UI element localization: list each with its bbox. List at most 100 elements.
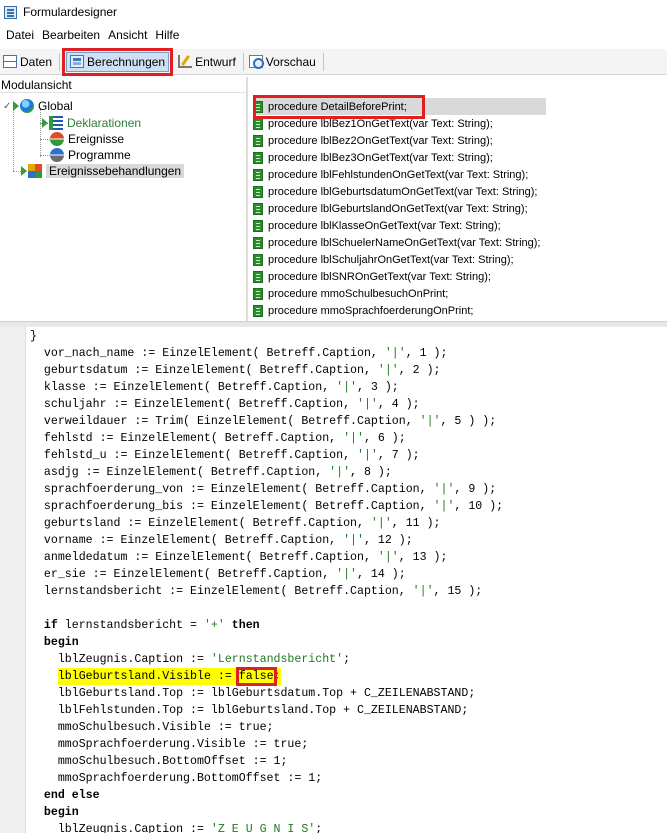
code-line: sprachfoerderung_von := EinzelElement( B… xyxy=(30,483,497,496)
code-line: lblZeugnis.Caption := 'Z E U G N I S'; xyxy=(30,823,323,833)
tree-connector xyxy=(40,139,50,140)
code-line: mmoSprachfoerderung.BottomOffset := 1; xyxy=(30,772,323,785)
tree-label-ereignisse: Ereignisse xyxy=(68,132,125,146)
code-line: anmeldedatum := EinzelElement( Betreff.C… xyxy=(30,551,448,564)
code-line: if lernstandsbericht = '+' then xyxy=(43,619,260,632)
tree-node-ereignisse[interactable]: Ereignisse xyxy=(50,131,124,147)
tree-connector xyxy=(40,155,50,156)
procedure-label: procedure lblBez1OnGetText(var Text: Str… xyxy=(268,117,493,130)
code-line: asdjg := EinzelElement( Betreff.Caption,… xyxy=(30,466,392,479)
code-line: geburtsdatum := EinzelElement( Betreff.C… xyxy=(30,364,441,377)
code-line: mmoSprachfoerderung.Visible := true; xyxy=(30,738,309,751)
procedure-icon xyxy=(253,219,263,232)
green-arrow-icon xyxy=(42,118,48,128)
procedure-icon xyxy=(253,236,263,249)
menu-datei[interactable]: Datei xyxy=(2,28,38,42)
code-line: fehlstd_u := EinzelElement( Betreff.Capt… xyxy=(30,449,420,462)
toolbar: Daten Berechnungen Entwurf Vorschau xyxy=(0,47,667,76)
data-icon xyxy=(3,55,17,68)
procedure-item[interactable]: procedure lblBez1OnGetText(var Text: Str… xyxy=(253,115,546,132)
menu-ansicht[interactable]: Ansicht xyxy=(104,28,151,42)
entwurf-label: Entwurf xyxy=(195,54,236,69)
tree-connector xyxy=(13,109,14,171)
procedure-icon xyxy=(253,100,263,113)
entwurf-button[interactable]: Entwurf xyxy=(175,52,239,72)
chevron-down-icon[interactable]: ✓ xyxy=(3,101,13,112)
procedure-item[interactable]: procedure lblSchuelerNameOnGetText(var T… xyxy=(253,234,546,251)
procedure-icon xyxy=(253,202,263,215)
daten-label: Daten xyxy=(20,54,53,69)
menu-hilfe[interactable]: Hilfe xyxy=(151,28,183,42)
procedure-item[interactable]: procedure lblFehlstundenOnGetText(var Te… xyxy=(253,166,546,183)
toolbar-separator xyxy=(242,52,244,71)
procedure-label: procedure lblSchuelerNameOnGetText(var T… xyxy=(268,236,541,249)
procedure-label: procedure lblSchuljahrOnGetText(var Text… xyxy=(268,253,514,266)
procedure-label: procedure DetailBeforePrint; xyxy=(268,100,407,113)
preview-icon xyxy=(248,55,264,69)
vorschau-label: Vorschau xyxy=(265,54,316,69)
procedure-label: procedure mmoSprachfoerderungOnPrint; xyxy=(268,304,474,317)
green-arrow-icon xyxy=(21,166,27,176)
green-arrow-icon xyxy=(13,101,19,111)
procedure-label: procedure lblGeburtslandOnGetText(var Te… xyxy=(268,202,528,215)
berechnungen-button[interactable]: Berechnungen xyxy=(62,47,174,76)
vorschau-button[interactable]: Vorschau xyxy=(246,52,319,72)
procedure-item[interactable]: procedure lblGeburtsdatumOnGetText(var T… xyxy=(253,183,546,200)
procedure-item[interactable]: procedure lblSchuljahrOnGetText(var Text… xyxy=(253,251,546,268)
code-line: lblZeugnis.Caption := 'Lernstandsbericht… xyxy=(30,653,351,666)
procedure-icon xyxy=(253,304,263,317)
menu-bearbeiten[interactable]: Bearbeiten xyxy=(38,28,104,42)
procedure-icon xyxy=(253,117,263,130)
code-line: vor_nach_name := EinzelElement( Betreff.… xyxy=(30,347,448,360)
menu-bar: Datei Bearbeiten Ansicht Hilfe xyxy=(0,24,667,46)
module-view-title: Modulansicht xyxy=(0,77,246,93)
code-line: verweildauer := Trim( EinzelElement( Bet… xyxy=(30,415,497,428)
code-line: lblGeburtsland.Top := lblGeburtsdatum.To… xyxy=(30,687,476,700)
code-line: vorname := EinzelElement( Betreff.Captio… xyxy=(30,534,413,547)
procedure-item[interactable]: procedure DetailBeforePrint; xyxy=(253,98,546,115)
calculator-icon xyxy=(70,55,85,68)
code-line: mmoSchulbesuch.Visible := true; xyxy=(30,721,274,734)
procedure-list: procedure DetailBeforePrint; procedure lb… xyxy=(248,92,667,320)
toolbar-separator xyxy=(322,52,324,71)
procedure-item[interactable]: procedure lblSNROnGetText(var Text: Stri… xyxy=(253,268,546,285)
procedure-item[interactable]: procedure lblBez2OnGetText(var Text: Str… xyxy=(253,132,546,149)
berechnungen-label: Berechnungen xyxy=(87,54,166,69)
tree-node-deklarationen[interactable]: Deklarationen xyxy=(42,115,141,131)
highlighted-code: lblGeburtsland.Visible := false; xyxy=(57,667,281,686)
code-line: lblGeburtsland.Visible := false; xyxy=(30,667,503,686)
code-line: sprachfoerderung_bis := EinzelElement( B… xyxy=(30,500,504,513)
tree-label-programme: Programme xyxy=(68,148,131,162)
tree-node-ereignissebehandlungen[interactable]: Ereignissebehandlungen xyxy=(21,163,185,179)
procedure-icon xyxy=(253,253,263,266)
procedure-item[interactable]: procedure mmoSchulbesuchOnPrint; xyxy=(253,285,546,302)
procedure-item[interactable]: procedure lblKlasseOnGetText(var Text: S… xyxy=(253,217,546,234)
procedure-item[interactable]: procedure lblBez3OnGetText(var Text: Str… xyxy=(253,149,546,166)
declarations-icon xyxy=(49,116,63,130)
tree-node-programme[interactable]: Programme xyxy=(50,147,131,163)
code-line: geburtsland := EinzelElement( Betreff.Ca… xyxy=(30,517,441,530)
procedure-item[interactable]: procedure lblGeburtslandOnGetText(var Te… xyxy=(253,200,546,217)
code-editor[interactable]: } vor_nach_name := EinzelElement( Betref… xyxy=(0,327,667,833)
globe-icon xyxy=(20,99,34,113)
procedure-icon xyxy=(253,287,263,300)
procedure-label: procedure lblSNROnGetText(var Text: Stri… xyxy=(268,270,491,283)
code-line: } xyxy=(30,330,37,343)
procedure-label: procedure lblGeburtsdatumOnGetText(var T… xyxy=(268,185,538,198)
title-bar: Formulardesigner xyxy=(0,0,667,24)
daten-button[interactable]: Daten xyxy=(0,52,55,72)
code-line: begin xyxy=(43,806,79,819)
code-line: mmoSchulbesuch.BottomOffset := 1; xyxy=(30,755,288,768)
code-line: begin xyxy=(43,636,79,649)
procedure-label: procedure lblKlasseOnGetText(var Text: S… xyxy=(268,219,501,232)
tree-label-global: Global xyxy=(38,99,73,113)
events-icon xyxy=(50,132,64,146)
code-line: fehlstd := EinzelElement( Betreff.Captio… xyxy=(30,432,406,445)
procedure-label: procedure lblBez2OnGetText(var Text: Str… xyxy=(268,134,493,147)
procedure-item[interactable]: procedure mmoSprachfoerderungOnPrint; xyxy=(253,302,546,319)
code-area[interactable]: } vor_nach_name := EinzelElement( Betref… xyxy=(30,328,503,833)
tree-label-deklarationen: Deklarationen xyxy=(67,116,142,130)
tree-node-global[interactable]: ✓ Global xyxy=(3,98,73,114)
tree-label-ereignissebehandlungen: Ereignissebehandlungen xyxy=(46,164,185,178)
